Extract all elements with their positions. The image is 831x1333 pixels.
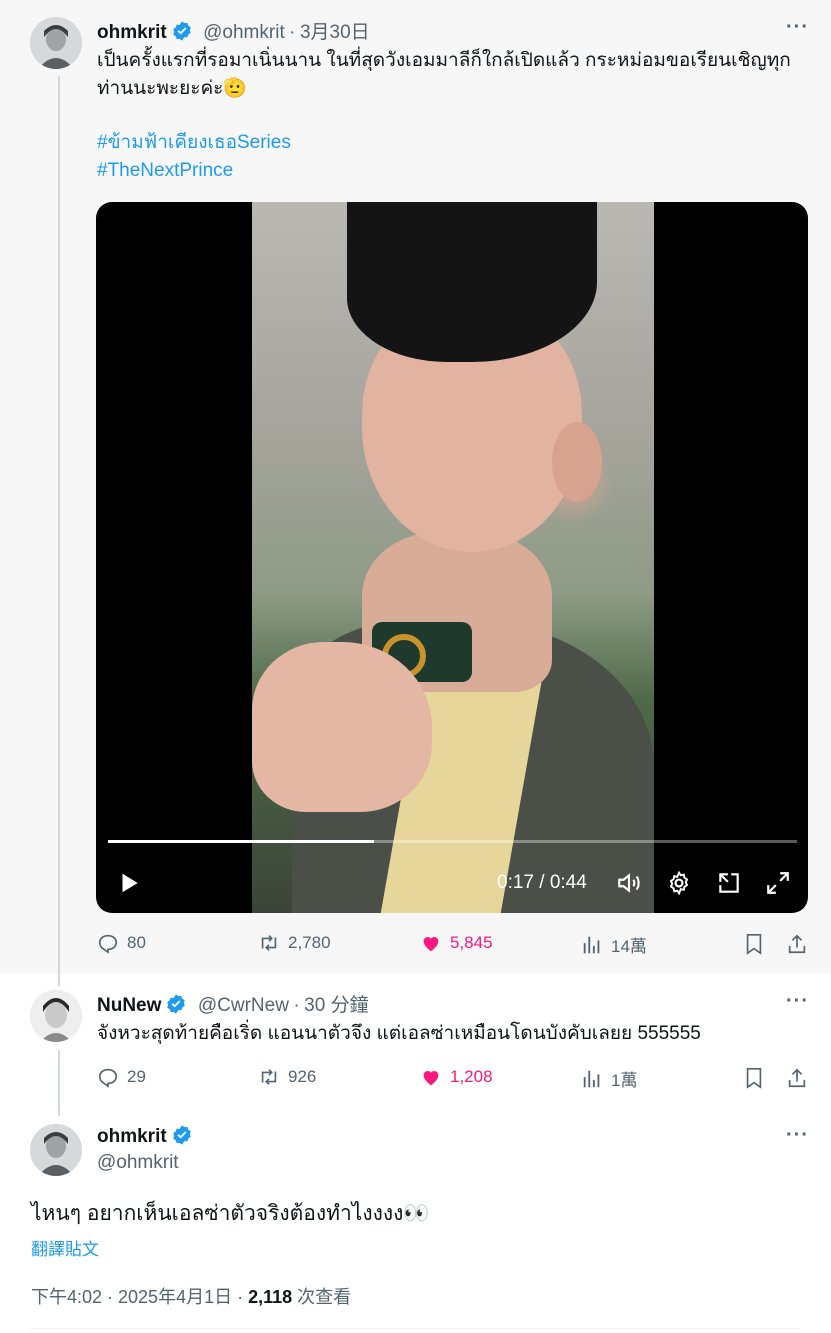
tweet-2-text: จังหวะสุดท้ายคือเริ่ด แอนนาตัวจึง แต่เอล…	[97, 1023, 701, 1044]
share-icon[interactable]	[786, 1066, 808, 1090]
video-frame	[252, 202, 654, 913]
share-icon[interactable]	[786, 932, 808, 956]
pip-icon[interactable]	[716, 870, 742, 896]
bookmark-icon[interactable]	[743, 932, 765, 956]
reply-button[interactable]: 80	[97, 932, 146, 954]
retweet-icon	[261, 1069, 277, 1085]
like-button[interactable]: 1,208	[420, 1066, 493, 1088]
retweet-icon	[261, 935, 277, 951]
tweet-3-header: ohmkrit @ohmkrit	[97, 1124, 193, 1174]
tweet-text-line: เป็นครั้งแรกที่รอมาเนิ่นนาน ในที่สุดวังเ…	[97, 50, 791, 71]
views-button[interactable]: 14萬	[581, 932, 647, 957]
reply-count: 29	[127, 1067, 146, 1086]
author-name[interactable]: ohmkrit	[97, 1126, 167, 1147]
bookmark-icon[interactable]	[743, 1066, 765, 1090]
video-time: 0:17 / 0:44	[497, 872, 587, 893]
like-count: 5,845	[450, 933, 493, 952]
views-button[interactable]: 1萬	[581, 1066, 637, 1091]
verified-badge-icon	[172, 21, 191, 41]
tweet-time[interactable]: 30 分鐘	[304, 995, 368, 1016]
retweet-count: 926	[288, 1067, 317, 1086]
fullscreen-icon[interactable]	[765, 870, 791, 896]
tweet-2-header: NuNew @CwrNew · 30 分鐘	[97, 990, 369, 1017]
thread-line	[58, 1050, 60, 1116]
retweet-count: 2,780	[288, 933, 331, 952]
author-handle[interactable]: @ohmkrit	[203, 22, 285, 43]
hashtag-link[interactable]: #TheNextPrince	[97, 157, 291, 185]
tweet-1-header: ohmkrit @ohmkrit · 3月30日	[97, 17, 370, 44]
tweet-1-text: เป็นครั้งแรกที่รอมาเนิ่นนาน ในที่สุดวังเ…	[97, 47, 817, 103]
verified-badge-icon	[172, 1125, 191, 1145]
author-name[interactable]: ohmkrit	[97, 22, 167, 43]
video-player[interactable]: 0:17 / 0:44	[96, 202, 808, 913]
retweet-button[interactable]: 926	[258, 1066, 316, 1088]
more-options-icon[interactable]: ···	[786, 16, 809, 39]
video-progress-fill	[108, 840, 374, 843]
avatar-ohmkrit[interactable]	[30, 1124, 82, 1176]
hashtag-link[interactable]: #ข้ามฟ้าเคียงเธอSeries	[97, 129, 291, 157]
reply-icon	[98, 1068, 118, 1088]
more-options-icon[interactable]: ···	[786, 990, 809, 1013]
view-count: 14萬	[611, 937, 647, 956]
header-separator: ·	[289, 22, 296, 43]
heart-filled-icon	[423, 1071, 439, 1086]
avatar-ohmkrit[interactable]	[30, 17, 82, 69]
heart-filled-icon	[423, 937, 439, 952]
analytics-icon	[583, 1070, 600, 1087]
translate-post-link[interactable]: 翻譯貼文	[31, 1235, 99, 1260]
view-count: 1萬	[611, 1071, 638, 1090]
tweet-3-text: ไหนๆ อยากเห็นเอลซ่าตัวจริงต้องทำไงงงง👀	[31, 1202, 430, 1225]
tweet-date[interactable]: 3月30日	[300, 22, 370, 43]
tweet-meta: 下午4:02 · 2025年4月1日 · 2,118 次查看	[31, 1283, 351, 1309]
thread-line	[58, 76, 60, 986]
author-handle[interactable]: @ohmkrit	[97, 1152, 193, 1174]
reply-icon	[98, 934, 118, 954]
play-icon[interactable]	[116, 870, 142, 896]
hashtag-list: #ข้ามฟ้าเคียงเธอSeries #TheNextPrince	[97, 129, 291, 185]
verified-badge-icon	[167, 994, 186, 1014]
divider	[30, 1328, 801, 1329]
more-options-icon[interactable]: ···	[786, 1124, 809, 1147]
view-label: 次查看	[292, 1287, 352, 1307]
author-name[interactable]: NuNew	[97, 995, 161, 1016]
retweet-button[interactable]: 2,780	[258, 932, 331, 954]
header-separator: ·	[293, 995, 300, 1016]
avatar-nunew[interactable]	[30, 990, 82, 1042]
tweet-timestamp[interactable]: 下午4:02 · 2025年4月1日 ·	[31, 1287, 248, 1307]
volume-icon[interactable]	[616, 870, 642, 896]
reply-button[interactable]: 29	[97, 1066, 146, 1088]
author-handle[interactable]: @CwrNew	[198, 995, 289, 1016]
like-count: 1,208	[450, 1067, 493, 1086]
reply-count: 80	[127, 933, 146, 952]
analytics-icon	[583, 936, 600, 953]
view-count-total: 2,118	[248, 1287, 293, 1307]
settings-gear-icon[interactable]	[666, 870, 692, 896]
like-button[interactable]: 5,845	[420, 932, 493, 954]
tweet-text-line: ท่านนะพะยะค่ะ🫡	[97, 78, 248, 99]
